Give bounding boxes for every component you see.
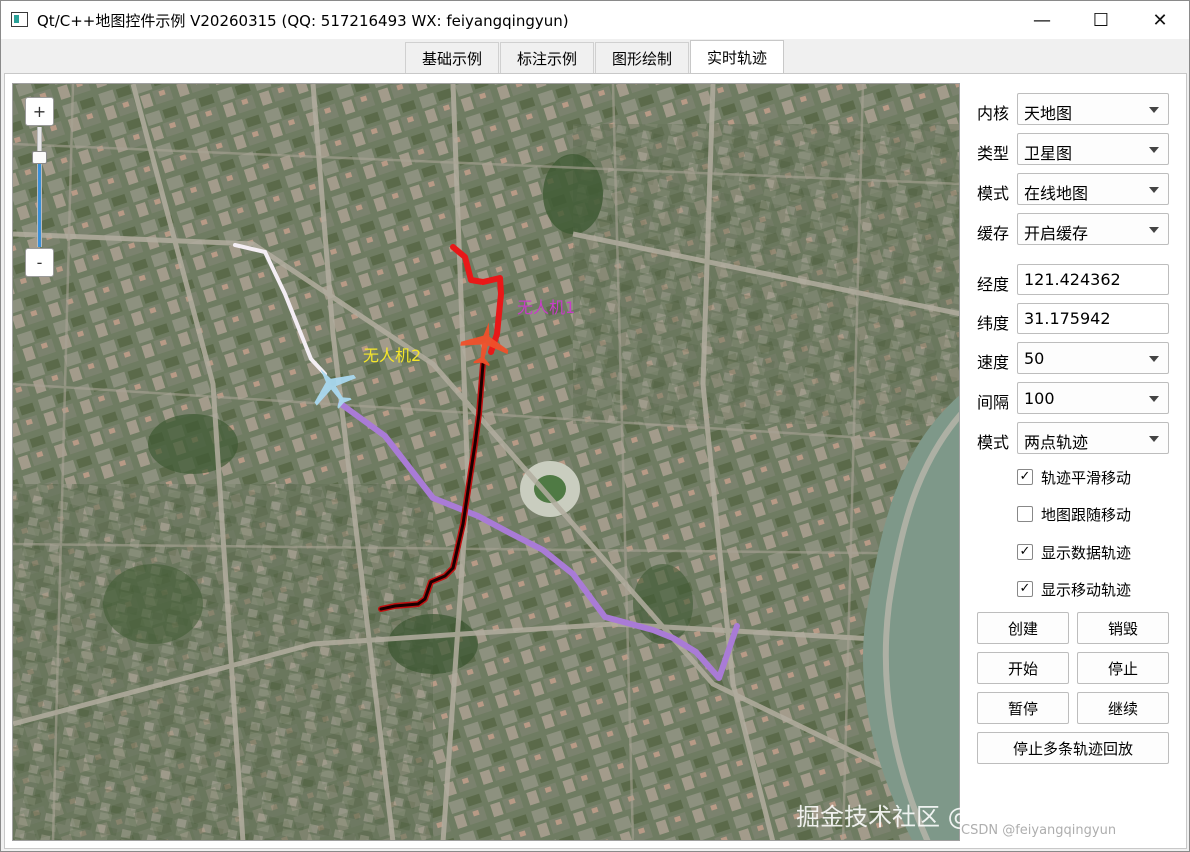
speed-select[interactable]: 50 <box>1017 342 1169 374</box>
interval-select[interactable]: 100 <box>1017 382 1169 414</box>
show-data-track-label: 显示数据轨迹 <box>1041 544 1132 562</box>
cache-select[interactable]: 开启缓存 <box>1017 213 1169 245</box>
track-mode-select[interactable]: 两点轨迹 <box>1017 422 1169 454</box>
stop-button[interactable]: 停止 <box>1077 652 1169 684</box>
mode-select-value: 在线地图 <box>1024 184 1089 203</box>
chevron-down-icon <box>1149 396 1159 402</box>
minimize-button[interactable]: — <box>1013 1 1071 39</box>
longitude-field[interactable]: 121.424362 <box>1017 264 1169 295</box>
smooth-move-label: 轨迹平滑移动 <box>1041 469 1132 487</box>
app-icon <box>11 12 28 27</box>
zoom-out-button[interactable]: - <box>25 248 54 277</box>
start-button[interactable]: 开始 <box>977 652 1069 684</box>
close-button[interactable]: ✕ <box>1131 1 1189 39</box>
show-move-track-label: 显示移动轨迹 <box>1041 581 1132 599</box>
resume-button[interactable]: 继续 <box>1077 692 1169 724</box>
track-mode-select-value: 两点轨迹 <box>1024 433 1089 452</box>
chevron-down-icon <box>1149 107 1159 113</box>
stop-multi-track-button[interactable]: 停止多条轨迹回放 <box>977 732 1169 764</box>
title-bar: Qt/C++地图控件示例 V20260315 (QQ: 517216493 WX… <box>1 1 1189 39</box>
kernel-select[interactable]: 天地图 <box>1017 93 1169 125</box>
drone1-label: 无人机1 <box>517 298 576 317</box>
tab-basic-examples[interactable]: 基础示例 <box>405 42 499 74</box>
chevron-down-icon <box>1149 356 1159 362</box>
tab-realtime-track[interactable]: 实时轨迹 <box>690 40 784 74</box>
speed-label: 速度 <box>977 353 1010 372</box>
drone2-label: 无人机2 <box>363 346 422 365</box>
zoom-slider[interactable] <box>37 127 42 247</box>
window-title: Qt/C++地图控件示例 V20260315 (QQ: 517216493 WX… <box>37 12 569 30</box>
chevron-down-icon <box>1149 227 1159 233</box>
kernel-label: 内核 <box>977 104 1010 123</box>
kernel-select-value: 天地图 <box>1024 104 1073 123</box>
cache-label: 缓存 <box>977 224 1010 243</box>
type-label: 类型 <box>977 144 1010 163</box>
zoom-in-button[interactable]: + <box>25 97 54 126</box>
type-select-value: 卫星图 <box>1024 144 1073 163</box>
speed-select-value: 50 <box>1024 349 1045 368</box>
longitude-label: 经度 <box>977 275 1010 294</box>
type-select[interactable]: 卫星图 <box>1017 133 1169 165</box>
chevron-down-icon <box>1149 187 1159 193</box>
interval-label: 间隔 <box>977 393 1010 412</box>
latitude-field[interactable]: 31.175942 <box>1017 303 1169 334</box>
maximize-button[interactable]: ☐ <box>1072 1 1130 39</box>
tab-marker-examples[interactable]: 标注示例 <box>500 42 594 74</box>
destroy-button[interactable]: 销毁 <box>1077 612 1169 644</box>
mode-select[interactable]: 在线地图 <box>1017 173 1169 205</box>
tab-shape-drawing[interactable]: 图形绘制 <box>595 42 689 74</box>
cache-select-value: 开启缓存 <box>1024 224 1089 243</box>
follow-map-label: 地图跟随移动 <box>1041 506 1132 524</box>
create-button[interactable]: 创建 <box>977 612 1069 644</box>
satellite-map <box>13 84 959 840</box>
show-data-track-checkbox[interactable]: ✓ <box>1017 544 1033 560</box>
track-mode-label: 模式 <box>977 433 1010 452</box>
app-window: Qt/C++地图控件示例 V20260315 (QQ: 517216493 WX… <box>0 0 1190 852</box>
mode-label: 模式 <box>977 184 1010 203</box>
latitude-label: 纬度 <box>977 314 1010 333</box>
smooth-move-checkbox[interactable]: ✓ <box>1017 469 1033 485</box>
interval-select-value: 100 <box>1024 389 1055 408</box>
chevron-down-icon <box>1149 436 1159 442</box>
tab-bar: 基础示例 标注示例 图形绘制 实时轨迹 <box>1 39 1189 74</box>
zoom-slider-fill <box>38 157 41 247</box>
zoom-slider-handle[interactable] <box>32 151 47 164</box>
follow-map-checkbox[interactable] <box>1017 506 1033 522</box>
csdn-watermark: CSDN @feiyangqingyun <box>961 823 1117 838</box>
map-view[interactable] <box>12 83 960 841</box>
pause-button[interactable]: 暂停 <box>977 692 1069 724</box>
show-move-track-checkbox[interactable]: ✓ <box>1017 581 1033 597</box>
chevron-down-icon <box>1149 147 1159 153</box>
